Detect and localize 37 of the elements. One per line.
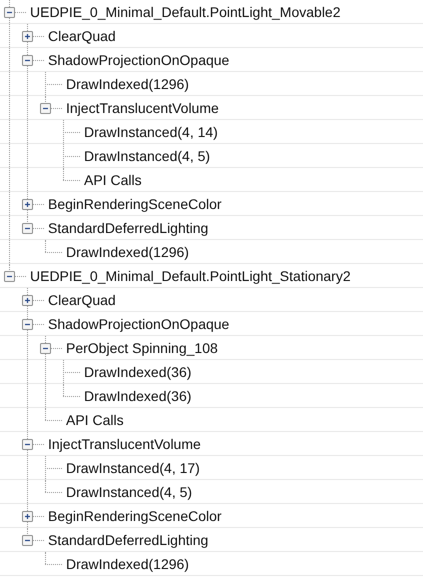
collapse-icon[interactable] [4, 7, 15, 18]
tree-item-label[interactable]: DrawIndexed(1296) [64, 240, 189, 263]
expand-icon[interactable] [22, 295, 33, 306]
tree-item-label[interactable]: DrawInstanced(4, 5) [64, 480, 192, 503]
tree-item-label[interactable]: ShadowProjectionOnOpaque [46, 312, 230, 335]
expand-icon[interactable] [22, 199, 33, 210]
tree-item-label[interactable]: StandardDeferredLighting [46, 216, 208, 239]
expand-icon[interactable] [22, 31, 33, 42]
collapse-icon[interactable] [40, 103, 51, 114]
tree-item-label[interactable]: DrawIndexed(36) [82, 360, 192, 383]
tree-item-label[interactable]: DrawInstanced(4, 14) [82, 120, 218, 143]
tree-item-label[interactable]: DrawInstanced(4, 17) [64, 456, 200, 479]
tree-item-label[interactable]: StandardDeferredLighting [46, 528, 208, 551]
collapse-icon[interactable] [22, 55, 33, 66]
tree-item-label[interactable]: DrawIndexed(1296) [64, 552, 189, 575]
collapse-icon[interactable] [4, 271, 15, 282]
tree-item-label[interactable]: InjectTranslucentVolume [46, 432, 201, 455]
collapse-icon[interactable] [22, 535, 33, 546]
tree-item-label[interactable]: ShadowProjectionOnOpaque [46, 48, 230, 71]
tree-item-label[interactable]: ClearQuad [46, 24, 116, 47]
tree-item-label[interactable]: DrawIndexed(1296) [64, 72, 189, 95]
tree-item-label[interactable]: UEDPIE_0_Minimal_Default.PointLight_Stationary2 [28, 264, 351, 287]
collapse-icon[interactable] [22, 439, 33, 450]
collapse-icon[interactable] [22, 223, 33, 234]
tree-item-label[interactable]: DrawIndexed(36) [82, 384, 192, 407]
tree-item-label[interactable]: API Calls [64, 408, 124, 431]
tree-item-label[interactable]: UEDPIE_0_Minimal_Default.PointLight_Movable2 [28, 0, 341, 23]
tree-item-label[interactable]: BeginRenderingSceneColor [46, 504, 222, 527]
tree-item-label[interactable]: ClearQuad [46, 288, 116, 311]
expand-icon[interactable] [22, 511, 33, 522]
collapse-icon[interactable] [40, 343, 51, 354]
tree-item-label[interactable]: BeginRenderingSceneColor [46, 192, 222, 215]
tree-item-label[interactable]: PerObject Spinning_108 [64, 336, 218, 359]
tree-item-label[interactable]: InjectTranslucentVolume [64, 96, 219, 119]
collapse-icon[interactable] [22, 319, 33, 330]
tree-item-label[interactable]: API Calls [82, 168, 142, 191]
tree-item-label[interactable]: DrawInstanced(4, 5) [82, 144, 210, 167]
